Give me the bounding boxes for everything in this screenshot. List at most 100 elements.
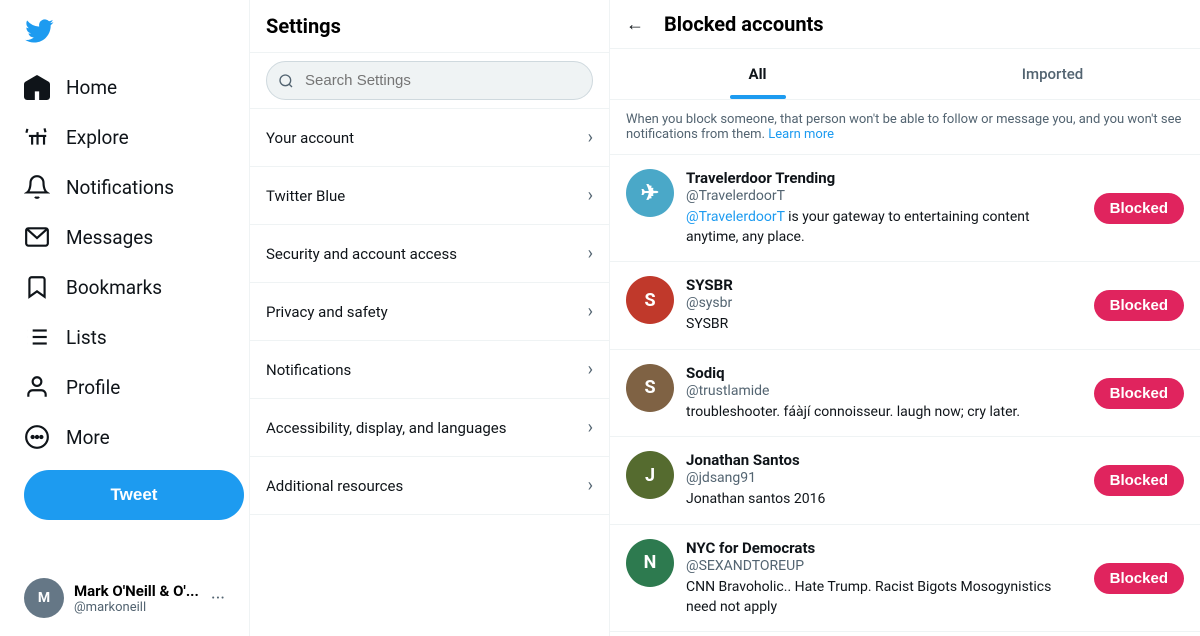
settings-item-twitter-blue[interactable]: Twitter Blue › [250, 167, 609, 225]
nav-label-bookmarks: Bookmarks [66, 276, 162, 299]
search-settings-input[interactable] [266, 61, 593, 100]
person-icon [24, 374, 50, 400]
user-profile-bottom[interactable]: M Mark O'Neill & O'... @markoneill ··· [12, 568, 237, 628]
settings-item-accessibility[interactable]: Accessibility, display, and languages› [250, 399, 609, 457]
account-handle: @TravelerdoorT [686, 188, 1082, 204]
account-name: Sodiq [686, 364, 1082, 382]
blocked-button[interactable]: Blocked [1094, 563, 1184, 594]
blocked-accounts-title: Blocked accounts [664, 12, 824, 36]
search-icon [278, 73, 294, 89]
info-text: When you block someone, that person won'… [610, 100, 1200, 155]
account-name: SYSBR [686, 276, 1082, 294]
back-button[interactable]: ← [626, 14, 644, 35]
blocked-header: ← Blocked accounts [610, 0, 1200, 49]
user-handle: @markoneill [74, 600, 201, 615]
settings-item-your-account[interactable]: Your account› [250, 109, 609, 167]
settings-item-security-access[interactable]: Security and account access› [250, 225, 609, 283]
settings-panel: Settings Your account›Twitter Blue›Secur… [250, 0, 610, 636]
account-details: NYC for Democrats @SEXANDTOREUP CNN Brav… [686, 539, 1082, 617]
account-details: SYSBR @sysbr SYSBR [686, 276, 1082, 335]
settings-item-label: Additional resources [266, 477, 403, 495]
account-avatar: ✈ [626, 169, 674, 217]
home-icon [24, 74, 50, 100]
nav-label-more: More [66, 426, 110, 449]
sidebar-item-notifications[interactable]: Notifications [12, 162, 237, 212]
chevron-right-icon: › [588, 475, 593, 496]
account-details: Travelerdoor Trending @TravelerdoorT @Tr… [686, 169, 1082, 247]
tweet-button[interactable]: Tweet [24, 470, 244, 520]
settings-menu: Your account›Twitter Blue›Security and a… [250, 109, 609, 515]
search-settings-section [250, 53, 609, 109]
account-details: Jonathan Santos @jdsang91 Jonathan santo… [686, 451, 1082, 510]
account-bio: troubleshooter. fáàjí connoisseur. laugh… [686, 403, 1082, 423]
blocked-button[interactable]: Blocked [1094, 193, 1184, 224]
sidebar-item-explore[interactable]: Explore [12, 112, 237, 162]
settings-item-label: Notifications [266, 361, 351, 379]
account-name: Jonathan Santos [686, 451, 1082, 469]
account-bio: CNN Bravoholic.. Hate Trump. Racist Bigo… [686, 578, 1082, 617]
sidebar-item-home[interactable]: Home [12, 62, 237, 112]
account-handle: @SEXANDTOREUP [686, 558, 1082, 574]
account-details: Sodiq @trustlamide troubleshooter. fáàjí… [686, 364, 1082, 423]
settings-item-label: Security and account access [266, 245, 457, 263]
settings-item-privacy-safety[interactable]: Privacy and safety › [250, 283, 609, 341]
twitter-logo [12, 8, 237, 58]
main-nav: Home Explore Notifications Messages Book… [12, 62, 237, 462]
settings-item-label: Your account [266, 129, 354, 147]
settings-item-additional[interactable]: Additional resources › [250, 457, 609, 515]
bell-icon [24, 174, 50, 200]
chevron-right-icon: › [588, 417, 593, 438]
account-name: Travelerdoor Trending [686, 169, 1082, 187]
blocked-button[interactable]: Blocked [1094, 465, 1184, 496]
account-bio: SYSBR [686, 315, 1082, 335]
account-handle: @trustlamide [686, 383, 1082, 399]
hashtag-icon [24, 124, 50, 150]
account-avatar: S [626, 276, 674, 324]
account-handle: @sysbr [686, 295, 1082, 311]
sidebar-item-more[interactable]: More [12, 412, 237, 462]
envelope-icon [24, 224, 50, 250]
chevron-right-icon: › [588, 185, 593, 206]
nav-label-messages: Messages [66, 226, 153, 249]
user-menu-dots-icon[interactable]: ··· [211, 588, 225, 609]
account-handle: @jdsang91 [686, 470, 1082, 486]
info-text-content: When you block someone, that person won'… [626, 112, 1181, 142]
chevron-right-icon: › [588, 301, 593, 322]
blocked-account-sodiq: S Sodiq @trustlamide troubleshooter. fáà… [610, 350, 1200, 438]
tabs-row: AllImported [610, 49, 1200, 100]
nav-label-profile: Profile [66, 376, 120, 399]
account-avatar: S [626, 364, 674, 412]
account-bio-link[interactable]: @TravelerdoorT [686, 209, 785, 225]
user-info: Mark O'Neill & O'... @markoneill [74, 582, 201, 615]
nav-label-lists: Lists [66, 326, 107, 349]
circle-dots-icon [24, 424, 50, 450]
left-sidebar: Home Explore Notifications Messages Book… [0, 0, 250, 636]
blocked-button[interactable]: Blocked [1094, 290, 1184, 321]
settings-item-label: Twitter Blue [266, 187, 345, 205]
settings-title: Settings [250, 0, 609, 53]
blocked-account-bo-darville: B Bo Darville @darville_bo Blocked [610, 632, 1200, 636]
settings-item-notifications[interactable]: Notifications › [250, 341, 609, 399]
nav-label-notifications: Notifications [66, 176, 174, 199]
blocked-button[interactable]: Blocked [1094, 378, 1184, 409]
blocked-accounts-panel: ← Blocked accounts AllImported When you … [610, 0, 1200, 636]
tab-imported[interactable]: Imported [905, 49, 1200, 99]
tab-all[interactable]: All [610, 49, 905, 99]
blocked-account-sysbr: S SYSBR @sysbr SYSBR Blocked [610, 262, 1200, 350]
user-avatar: M [24, 578, 64, 618]
nav-label-home: Home [66, 76, 117, 99]
account-name: NYC for Democrats [686, 539, 1082, 557]
blocked-account-jonathan-santos: J Jonathan Santos @jdsang91 Jonathan san… [610, 437, 1200, 525]
chevron-right-icon: › [588, 359, 593, 380]
settings-item-label: Privacy and safety [266, 303, 388, 321]
user-name: Mark O'Neill & O'... [74, 582, 201, 600]
account-bio: Jonathan santos 2016 [686, 490, 1082, 510]
learn-more-link[interactable]: Learn more [768, 127, 834, 142]
nav-label-explore: Explore [66, 126, 129, 149]
sidebar-item-messages[interactable]: Messages [12, 212, 237, 262]
sidebar-item-profile[interactable]: Profile [12, 362, 237, 412]
bookmark-icon [24, 274, 50, 300]
sidebar-item-bookmarks[interactable]: Bookmarks [12, 262, 237, 312]
sidebar-item-lists[interactable]: Lists [12, 312, 237, 362]
blocked-account-travelerdoor: ✈ Travelerdoor Trending @TravelerdoorT @… [610, 155, 1200, 262]
